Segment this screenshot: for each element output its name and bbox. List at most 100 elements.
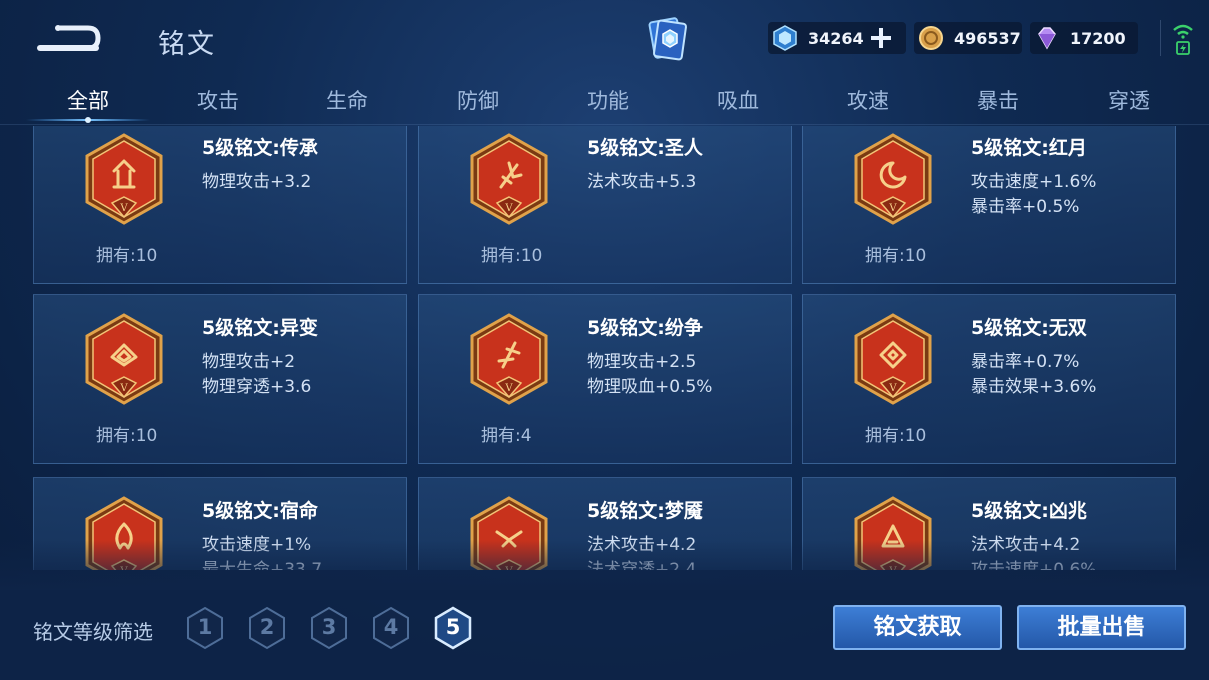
gold-value: 496537 xyxy=(954,28,1021,48)
inscription-card[interactable]: V 5级铭文:红月 攻击速度+1.6% 暴击率+0.5% 拥有:10 xyxy=(802,126,1176,284)
inscription-attribute: 暴击率+0.7% xyxy=(971,352,1080,372)
level-number: 2 xyxy=(259,615,275,639)
top-bar: 铭文 34264 496537 17200 xyxy=(0,0,1209,78)
level-number: 1 xyxy=(197,615,213,639)
inscription-card[interactable]: V 5级铭文:异变 物理攻击+2 物理穿透+3.6 拥有:10 xyxy=(33,294,407,464)
svg-text:V: V xyxy=(119,203,128,214)
inscription-book-icon[interactable] xyxy=(646,16,690,62)
inscription-attribute: 法术攻击+5.3 xyxy=(587,172,697,192)
inscription-emblem-icon: V xyxy=(854,133,932,225)
inscription-attribute: 物理穿透+3.6 xyxy=(202,377,312,397)
inscription-attribute: 法术穿透+2.4 xyxy=(587,560,697,570)
inscription-attribute: 法术攻击+4.2 xyxy=(971,535,1081,555)
gold-coin-icon xyxy=(919,26,943,50)
inscription-name: 5级铭文:凶兆 xyxy=(971,500,1087,522)
inscription-name: 5级铭文:梦魇 xyxy=(587,500,703,522)
tab-attack-speed[interactable]: 攻速 xyxy=(813,85,923,115)
svg-text:V: V xyxy=(888,383,897,394)
gem-value: 17200 xyxy=(1070,28,1126,48)
page-title: 铭文 xyxy=(158,29,216,60)
coupon-icon xyxy=(773,25,797,51)
svg-text:V: V xyxy=(888,566,897,570)
inscription-attribute: 物理攻击+3.2 xyxy=(202,172,312,192)
inscription-card[interactable]: V 5级铭文:纷争 物理攻击+2.5 物理吸血+0.5% 拥有:4 xyxy=(418,294,792,464)
active-tab-indicator xyxy=(26,117,150,123)
level-filter-5[interactable]: 5 xyxy=(433,606,473,650)
inscription-emblem-icon: V xyxy=(85,133,163,225)
inscription-attribute: 法术攻击+4.2 xyxy=(587,535,697,555)
owned-count: 拥有:10 xyxy=(96,426,158,446)
level-filter-4[interactable]: 4 xyxy=(371,606,411,650)
gem-counter: 17200 xyxy=(1030,22,1138,54)
svg-text:V: V xyxy=(504,383,513,394)
owned-count: 拥有:10 xyxy=(865,246,927,266)
tab-utility[interactable]: 功能 xyxy=(553,85,663,115)
tab-all[interactable]: 全部 xyxy=(33,85,143,115)
inscription-card[interactable]: V 5级铭文:梦魇 法术攻击+4.2 法术穿透+2.4 xyxy=(418,477,792,570)
inscription-emblem-icon: V xyxy=(470,496,548,570)
inscription-attribute: 攻击速度+1% xyxy=(202,535,312,555)
inscription-emblem-icon: V xyxy=(854,313,932,405)
inscription-emblem-icon: V xyxy=(85,496,163,570)
svg-text:V: V xyxy=(888,203,897,214)
inscription-attribute: 物理攻击+2 xyxy=(202,352,296,372)
inscription-card[interactable]: V 5级铭文:宿命 攻击速度+1% 最大生命+33.7 xyxy=(33,477,407,570)
wifi-battery-icon xyxy=(1171,22,1195,56)
inscription-name: 5级铭文:异变 xyxy=(202,317,318,339)
inscription-card[interactable]: V 5级铭文:凶兆 法术攻击+4.2 攻击速度+0.6% xyxy=(802,477,1176,570)
gem-icon xyxy=(1038,27,1056,50)
inscription-attribute: 物理吸血+0.5% xyxy=(587,377,713,397)
coupon-value: 34264 xyxy=(808,28,864,48)
tab-crit[interactable]: 暴击 xyxy=(943,85,1053,115)
inscription-attribute: 暴击率+0.5% xyxy=(971,197,1080,217)
tab-health[interactable]: 生命 xyxy=(292,85,402,115)
tab-attack[interactable]: 攻击 xyxy=(163,85,273,115)
tab-divider xyxy=(0,124,1209,125)
level-filter-label: 铭文等级筛选 xyxy=(33,620,153,644)
inscription-grid[interactable]: V 5级铭文:传承 物理攻击+3.2 拥有:10 V 5级铭文:圣人 法术攻击+… xyxy=(0,126,1209,570)
owned-count: 拥有:10 xyxy=(865,426,927,446)
svg-text:V: V xyxy=(504,566,513,570)
tab-defense[interactable]: 防御 xyxy=(423,85,533,115)
inscription-name: 5级铭文:传承 xyxy=(202,137,318,159)
inscription-attribute: 物理攻击+2.5 xyxy=(587,352,697,372)
svg-text:V: V xyxy=(119,383,128,394)
category-tabs: 全部 攻击 生命 防御 功能 吸血 攻速 暴击 穿透 xyxy=(0,78,1209,126)
inscription-card[interactable]: V 5级铭文:无双 暴击率+0.7% 暴击效果+3.6% 拥有:10 xyxy=(802,294,1176,464)
inscription-attribute: 最大生命+33.7 xyxy=(202,560,323,570)
inscription-emblem-icon: V xyxy=(85,313,163,405)
inscription-attribute: 攻击速度+0.6% xyxy=(971,560,1097,570)
acquire-inscription-button[interactable]: 铭文获取 xyxy=(833,605,1002,650)
inscription-card[interactable]: V 5级铭文:传承 物理攻击+3.2 拥有:10 xyxy=(33,126,407,284)
level-filter-1[interactable]: 1 xyxy=(185,606,225,650)
inscription-name: 5级铭文:圣人 xyxy=(587,137,703,159)
coupon-counter: 34264 xyxy=(768,22,906,54)
inscription-name: 5级铭文:纷争 xyxy=(587,317,703,339)
bottom-bar: 铭文等级筛选 1 2 3 4 5 铭文获取 批量出售 xyxy=(0,590,1209,680)
tab-penetration[interactable]: 穿透 xyxy=(1074,85,1184,115)
svg-text:V: V xyxy=(119,566,128,570)
inscription-name: 5级铭文:红月 xyxy=(971,137,1087,159)
level-filter-3[interactable]: 3 xyxy=(309,606,349,650)
level-number: 4 xyxy=(383,615,399,639)
inscription-attribute: 攻击速度+1.6% xyxy=(971,172,1097,192)
owned-count: 拥有:4 xyxy=(481,426,532,446)
add-coupon-icon[interactable] xyxy=(868,25,894,51)
inscription-emblem-icon: V xyxy=(470,133,548,225)
inscription-name: 5级铭文:无双 xyxy=(971,317,1087,339)
level-number: 5 xyxy=(445,615,461,639)
back-arrow-icon xyxy=(37,25,101,51)
owned-count: 拥有:10 xyxy=(481,246,543,266)
inscription-card[interactable]: V 5级铭文:圣人 法术攻击+5.3 拥有:10 xyxy=(418,126,792,284)
gold-counter: 496537 xyxy=(914,22,1022,54)
bulk-sell-button[interactable]: 批量出售 xyxy=(1017,605,1186,650)
owned-count: 拥有:10 xyxy=(96,246,158,266)
back-button[interactable] xyxy=(36,22,102,54)
level-filter-2[interactable]: 2 xyxy=(247,606,287,650)
inscription-emblem-icon: V xyxy=(470,313,548,405)
inscription-attribute: 暴击效果+3.6% xyxy=(971,377,1097,397)
tab-lifesteal[interactable]: 吸血 xyxy=(683,85,793,115)
divider xyxy=(1160,20,1161,56)
level-number: 3 xyxy=(321,615,337,639)
inscription-name: 5级铭文:宿命 xyxy=(202,500,318,522)
